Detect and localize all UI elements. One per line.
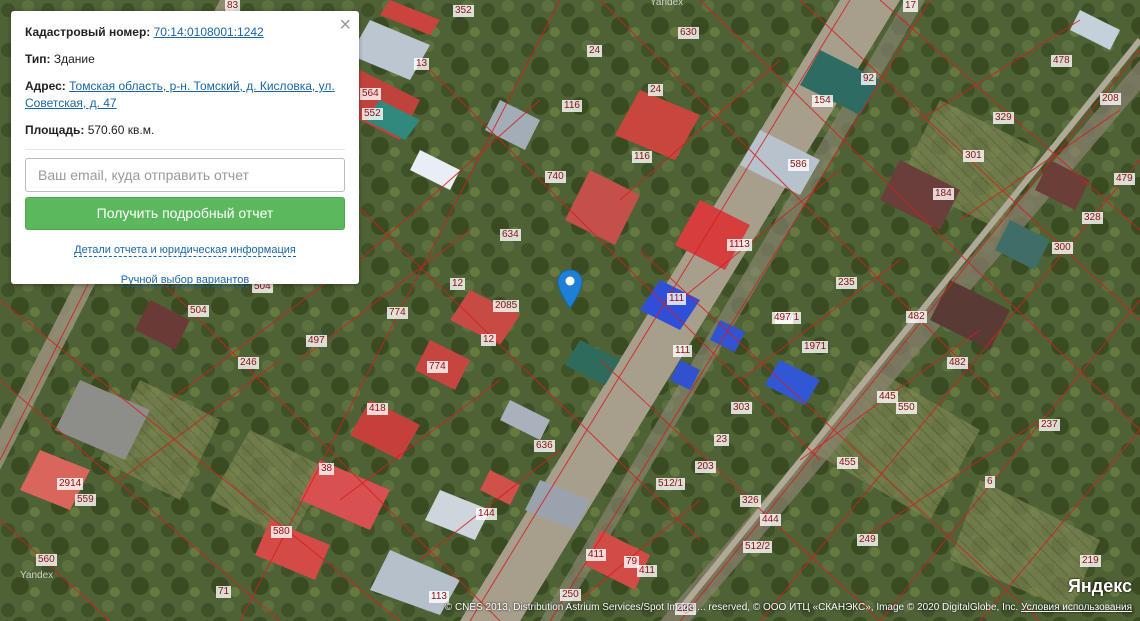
cadastral-label: Кадастровый номер: <box>25 25 151 39</box>
parcel-label: 303 <box>731 402 752 414</box>
parcel-label: 497 <box>772 312 793 324</box>
parcel-label: 208 <box>1100 93 1121 105</box>
parcel-label: 111 <box>673 345 693 357</box>
parcel-label: 219 <box>1080 555 1101 567</box>
parcel-label: 411 <box>637 565 657 577</box>
area-row: Площадь: 570.60 кв.м. <box>25 122 345 139</box>
parcel-label: 6 <box>985 476 995 488</box>
parcel-label: 560 <box>36 554 57 566</box>
parcel-label: 17 <box>903 0 919 12</box>
parcel-label: 116 <box>562 100 582 112</box>
parcel-label: 580 <box>271 526 292 538</box>
parcel-label: 2914 <box>57 478 84 490</box>
parcel-label: 634 <box>500 229 521 241</box>
parcel-label: 38 <box>319 463 335 475</box>
parcel-label: 237 <box>1039 419 1060 431</box>
parcel-label: 71 <box>216 586 232 598</box>
area-value: 570.60 кв.м. <box>87 123 155 137</box>
address-row: Адрес: Томская область, р-н. Томский, д.… <box>25 78 345 112</box>
copyright-text: © CNES 2013, Distribution Astrium Servic… <box>444 602 1019 613</box>
parcel-label: 300 <box>1052 242 1073 254</box>
parcel-label: 479 <box>1114 173 1135 185</box>
cadastral-number-link[interactable]: 70:14:0108001:1242 <box>154 25 264 39</box>
parcel-info-panel: × Кадастровый номер: 70:14:0108001:1242 … <box>11 11 359 287</box>
parcel-label: 636 <box>534 440 555 452</box>
yandex-logo: Яндекс <box>1067 576 1132 596</box>
divider <box>25 149 345 150</box>
area-label: Площадь: <box>25 123 85 137</box>
parcel-label: 444 <box>760 514 781 526</box>
parcel-label: 184 <box>933 188 954 200</box>
manual-row: Ручной выбор вариантов <box>25 274 345 287</box>
parcel-label: 1971 <box>802 341 829 353</box>
parcel-label: 301 <box>963 150 984 162</box>
type-label: Тип: <box>25 52 51 66</box>
parcel-label: 352 <box>453 5 474 17</box>
parcel-label: 550 <box>896 402 917 414</box>
parcel-label: 329 <box>993 112 1014 124</box>
parcel-label: 564 <box>360 88 381 100</box>
terms-link[interactable]: Условия использования <box>1021 602 1132 613</box>
type-value: Здание <box>53 52 95 66</box>
manual-selection-link[interactable]: Ручной выбор вариантов <box>120 274 250 287</box>
parcel-label: 512/2 <box>743 541 773 553</box>
parcel-label: 326 <box>740 495 761 507</box>
parcel-label: 512/1 <box>656 478 686 490</box>
parcel-label: 418 <box>367 403 388 415</box>
cadastral-row: Кадастровый номер: 70:14:0108001:1242 <box>25 24 345 41</box>
parcel-label: 24 <box>587 45 603 57</box>
parcel-label: 12 <box>450 278 466 290</box>
parcel-label: 497 <box>306 335 327 347</box>
parcel-label: 13 <box>414 58 430 70</box>
parcel-label: 504 <box>188 305 209 317</box>
get-report-button[interactable]: Получить подробный отчет <box>25 197 345 230</box>
parcel-label: 552 <box>362 108 383 120</box>
parcel-label: 482 <box>906 311 927 323</box>
parcel-label: 116 <box>632 151 652 163</box>
parcel-label: 774 <box>387 307 408 319</box>
parcel-label: 144 <box>476 508 497 520</box>
address-label: Адрес: <box>25 79 66 93</box>
parcel-label: 12 <box>481 334 497 346</box>
parcel-label: 455 <box>837 457 858 469</box>
close-icon[interactable]: × <box>339 15 351 35</box>
parcel-label: 203 <box>695 461 716 473</box>
address-link[interactable]: Томская область, р-н. Томский, д. Кислов… <box>25 79 335 110</box>
parcel-label: 774 <box>427 361 448 373</box>
parcel-label: 559 <box>75 494 96 506</box>
parcel-label: 246 <box>238 357 259 369</box>
parcel-label: 411 <box>586 549 606 561</box>
parcel-label: 24 <box>648 84 664 96</box>
parcel-label: 328 <box>1082 212 1103 224</box>
parcel-label: 2085 <box>493 300 520 312</box>
parcel-label: 23 <box>714 434 730 446</box>
parcel-label: 249 <box>857 534 878 546</box>
parcel-label: 235 <box>836 277 857 289</box>
yandex-watermark-bottom: Yandex <box>20 570 54 581</box>
parcel-label: 250 <box>560 589 581 601</box>
parcel-label: 586 <box>788 159 809 171</box>
parcel-label: 482 <box>947 357 968 369</box>
parcel-label: 92 <box>861 73 877 85</box>
parcel-label: 154 <box>812 95 833 107</box>
parcel-label: 740 <box>545 171 566 183</box>
parcel-label: 111 <box>667 293 687 305</box>
yandex-watermark: Yandex <box>650 0 684 8</box>
parcel-label: 630 <box>678 27 699 39</box>
parcel-label: 445 <box>877 391 898 403</box>
type-row: Тип: Здание <box>25 51 345 68</box>
details-row: Детали отчета и юридическая информация <box>25 244 345 257</box>
map-copyright: © CNES 2013, Distribution Astrium Servic… <box>445 602 1132 613</box>
email-input[interactable] <box>25 158 345 192</box>
parcel-label: 1113 <box>727 239 752 251</box>
report-details-link[interactable]: Детали отчета и юридическая информация <box>74 244 296 257</box>
parcel-label: 478 <box>1051 55 1072 67</box>
